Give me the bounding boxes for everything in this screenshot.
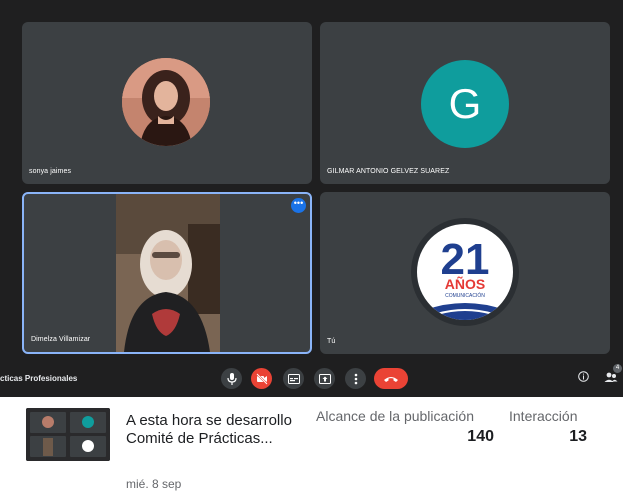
meeting-info-button[interactable] [578,371,589,385]
participant-name: Tú [327,338,336,345]
anniversary-logo: 21 AÑOS COMUNICACIÓN [411,218,519,326]
more-options-button[interactable] [345,368,366,389]
people-button[interactable]: 4 [603,364,622,387]
interaction-label: Interacción [509,408,578,424]
microphone-button[interactable] [221,368,242,389]
hang-up-icon [384,376,398,382]
participant-tile-self[interactable]: 21 AÑOS COMUNICACIÓN Tú [320,192,610,354]
people-count-badge: 4 [613,364,622,373]
post-thumbnail[interactable] [26,408,110,461]
info-icon [578,371,589,382]
participant-name: GILMAR ANTONIO GELVEZ SUAREZ [327,168,450,175]
microphone-icon [226,372,237,385]
post-insights-row[interactable]: A esta hora se desarrollo Comité de Prác… [0,397,623,491]
more-vert-icon [354,373,357,384]
post-text[interactable]: A esta hora se desarrollo Comité de Prác… [126,412,301,448]
reach-value: 140 [467,428,494,445]
post-date: mié. 8 sep [126,477,182,491]
present-screen-button[interactable] [314,368,335,389]
participant-tile-dimelza[interactable]: ••• Dimelza Villamizar [22,192,312,354]
participant-video [116,194,220,352]
meeting-title: cticas Profesionales [0,374,78,383]
captions-button[interactable] [283,368,304,389]
camera-off-icon [255,372,268,385]
interaction-value: 13 [569,428,587,445]
meet-call-window: sonya jaimes G GILMAR ANTONIO GELVEZ SUA… [0,0,623,397]
participant-tile-gilmar[interactable]: G GILMAR ANTONIO GELVEZ SUAREZ [320,22,610,184]
participant-avatar-initial: G [421,60,509,148]
reach-label: Alcance de la publicación [316,408,474,424]
logo-word: AÑOS [445,275,485,292]
participant-tile-sonya[interactable]: sonya jaimes [22,22,312,184]
hang-up-button[interactable] [374,368,408,389]
more-options-icon[interactable]: ••• [291,198,306,213]
present-screen-icon [318,373,331,384]
camera-off-button[interactable] [251,368,272,389]
logo-sub: COMUNICACIÓN [445,292,485,299]
meet-control-bar: cticas Profesionales 4 [0,362,623,397]
captions-icon [287,373,300,384]
participant-name: sonya jaimes [29,168,72,175]
participant-name: Dimelza Villamizar [31,336,91,343]
participant-avatar-photo [122,58,210,146]
